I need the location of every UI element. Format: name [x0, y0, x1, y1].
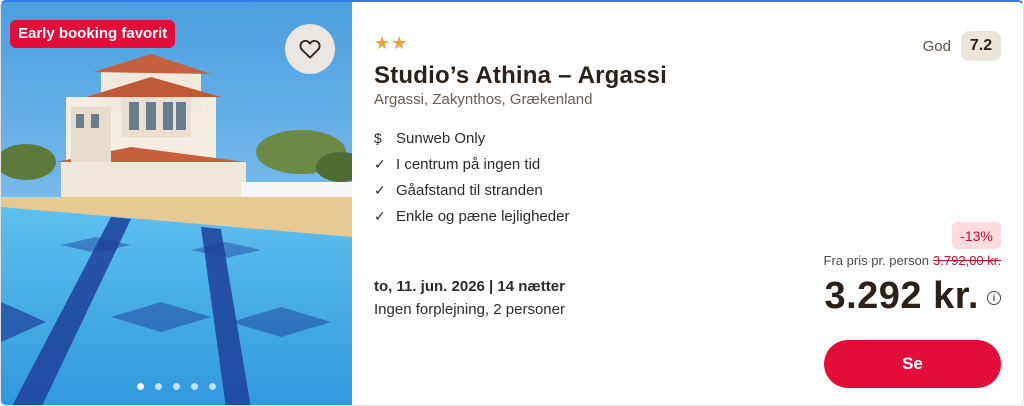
feature-text: Gåafstand til stranden [396, 181, 543, 199]
checkmark-icon: ✓ [374, 155, 386, 172]
travel-date: to, 11. jun. 2026 | 14 nætter [374, 278, 565, 295]
hotel-card[interactable]: Early booking favorit ★★ Studio’s Athina… [0, 0, 1024, 406]
info-icon[interactable]: i [987, 290, 1001, 305]
hotel-info: ★★ Studio’s Athina – Argassi Argassi, Za… [352, 2, 1023, 405]
carousel-dot[interactable] [191, 383, 198, 390]
carousel-dot[interactable] [155, 383, 162, 390]
star-rating: ★★ [374, 33, 409, 53]
price-from-row: Fra pris pr. person 3.792,00 kr. [824, 253, 1001, 268]
sunweb-logo-icon: $̣ [374, 130, 382, 146]
board-and-persons: Ingen forplejning, 2 personer [374, 301, 565, 318]
hotel-location: Argassi, Zakynthos, Grækenland [374, 91, 593, 108]
feature-list: $̣ Sunweb Only ✓ I centrum på ingen tid … [374, 125, 569, 229]
price-from-label: Fra pris pr. person [823, 253, 930, 268]
feature-text: I centrum på ingen tid [396, 155, 541, 173]
old-price: 3.792,00 kr. [933, 253, 1001, 268]
carousel-dot[interactable] [137, 383, 144, 390]
rating-label: God [922, 37, 951, 55]
favorite-button[interactable] [285, 24, 335, 74]
early-booking-badge: Early booking favorit [10, 20, 176, 48]
hotel-title[interactable]: Studio’s Athina – Argassi [374, 62, 667, 90]
current-price: 3.292 kr. [824, 275, 979, 317]
see-offer-button[interactable]: Se [824, 340, 1001, 388]
rating-score: 7.2 [961, 31, 1001, 61]
carousel-dot[interactable] [173, 383, 180, 390]
feature-text: Sunweb Only [396, 129, 486, 147]
feature-item: ✓ Gåafstand til stranden [374, 177, 569, 203]
feature-item: ✓ I centrum på ingen tid [374, 151, 569, 177]
checkmark-icon: ✓ [374, 207, 386, 224]
feature-item: ✓ Enkle og pæne lejligheder [374, 203, 569, 229]
heart-icon [299, 39, 321, 59]
carousel-dot[interactable] [209, 383, 216, 390]
discount-badge: -13% [952, 222, 1001, 249]
hotel-photo[interactable]: Early booking favorit [1, 2, 352, 405]
checkmark-icon: ✓ [374, 181, 386, 198]
review-rating[interactable]: God 7.2 [923, 31, 1001, 61]
price-row: 3.292 kr. i [824, 275, 1001, 318]
feature-text: Enkle og pæne lejligheder [396, 207, 570, 225]
feature-item: $̣ Sunweb Only [374, 125, 569, 151]
carousel-indicator [1, 383, 352, 390]
